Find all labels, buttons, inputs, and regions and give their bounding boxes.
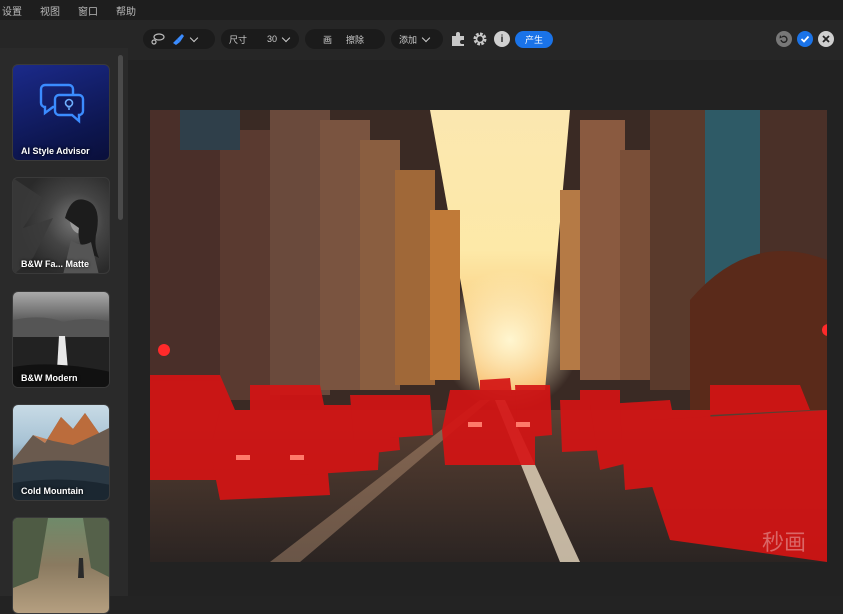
info-icon[interactable]: i bbox=[494, 31, 510, 47]
brush-size-label: 尺寸 bbox=[229, 34, 248, 45]
chevron-down-icon[interactable] bbox=[189, 33, 199, 42]
puzzle-icon[interactable] bbox=[450, 31, 466, 47]
mode-select[interactable]: 添加 bbox=[391, 29, 443, 49]
city-street-image: 秒画 bbox=[150, 110, 827, 562]
brush-size-control[interactable]: 尺寸 30 bbox=[221, 29, 299, 49]
brush-icon[interactable] bbox=[171, 33, 185, 45]
mode-select-value: 添加 bbox=[399, 34, 418, 45]
generate-button[interactable]: 产生 bbox=[515, 31, 553, 48]
card-label: B&W Modern bbox=[21, 373, 78, 383]
brush-erase-toggle[interactable]: 画 擦除 bbox=[305, 29, 385, 49]
brush-size-value[interactable]: 30 bbox=[267, 34, 277, 44]
card-label: Cold Mountain bbox=[21, 486, 84, 496]
card-label: AI Style Advisor bbox=[21, 146, 90, 156]
card-label: B&W Fa... Matte bbox=[21, 259, 90, 269]
gear-icon[interactable] bbox=[472, 31, 488, 47]
watermark-text: 秒画 bbox=[762, 531, 806, 556]
erase-mode-button[interactable]: 擦除 bbox=[346, 33, 364, 46]
sidebar-scrollbar[interactable] bbox=[118, 55, 123, 220]
preset-card-bw-fade-matte[interactable]: B&W Fa... Matte bbox=[12, 177, 110, 274]
lasso-icon[interactable] bbox=[151, 33, 165, 45]
confirm-icon[interactable] bbox=[797, 31, 813, 47]
brush-mode-button[interactable]: 画 bbox=[323, 33, 332, 46]
preset-card-ai-style-advisor[interactable]: AI Style Advisor bbox=[12, 64, 110, 161]
selection-tool-group[interactable] bbox=[143, 29, 215, 49]
canyon-thumbnail bbox=[13, 518, 109, 588]
preset-card-canyon[interactable] bbox=[12, 517, 110, 614]
close-icon[interactable] bbox=[818, 31, 834, 47]
chevron-down-icon[interactable] bbox=[281, 33, 291, 42]
menu-bar: 设置 视图 窗口 帮助 bbox=[0, 0, 843, 20]
undo-icon[interactable] bbox=[776, 31, 792, 47]
chevron-down-icon[interactable] bbox=[421, 33, 431, 42]
preset-card-bw-modern[interactable]: B&W Modern bbox=[12, 291, 110, 388]
menu-help[interactable]: 帮助 bbox=[114, 3, 138, 18]
edit-image[interactable]: 秒画 bbox=[150, 110, 827, 562]
menu-window[interactable]: 窗口 bbox=[76, 3, 100, 18]
chat-bulb-icon bbox=[39, 83, 85, 124]
preset-card-cold-mountain[interactable]: Cold Mountain bbox=[12, 404, 110, 501]
menu-settings[interactable]: 设置 bbox=[0, 3, 24, 18]
menu-view[interactable]: 视图 bbox=[38, 3, 62, 18]
